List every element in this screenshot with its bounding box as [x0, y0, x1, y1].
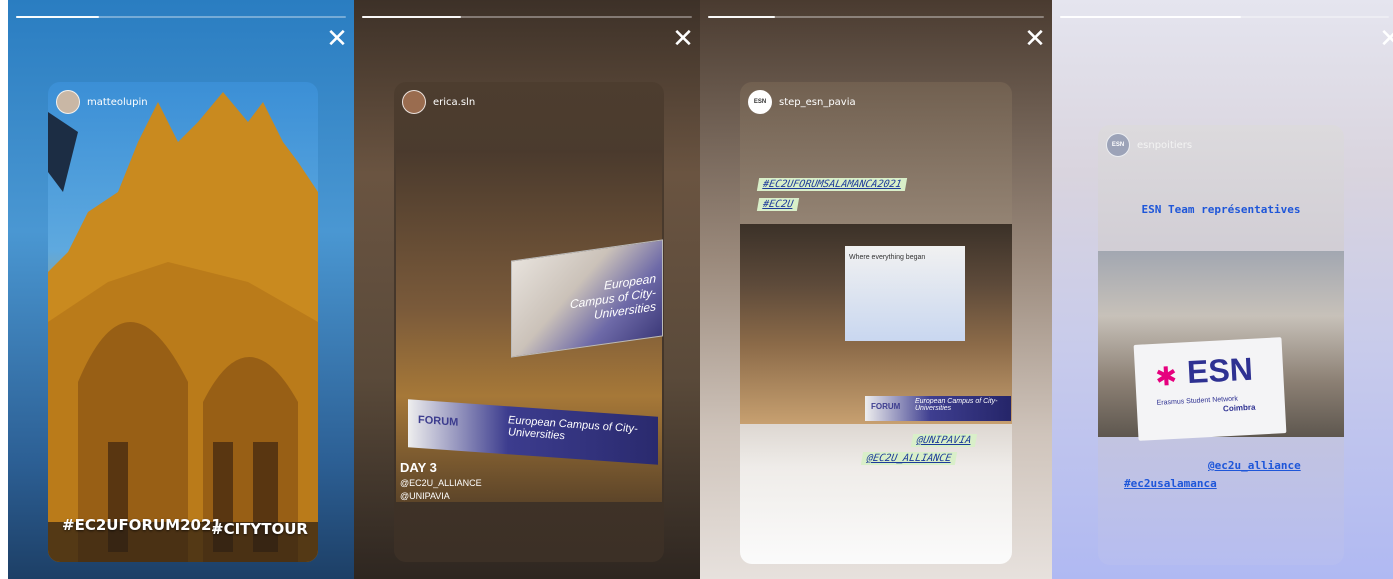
day-label: DAY 3 — [400, 460, 437, 475]
story-progress-bar — [708, 16, 1044, 18]
story-progress-fill — [708, 16, 776, 18]
story-progress-fill — [16, 16, 99, 18]
avatar[interactable] — [402, 90, 426, 114]
mention-sticker[interactable]: @EC2U_ALLIANCE — [400, 478, 482, 488]
story-card[interactable]: ESN step_esn_pavia #EC2UFORUMSALAMANCA20… — [740, 82, 1012, 564]
esn-city: Coimbra — [1222, 402, 1256, 414]
hashtag-sticker[interactable]: #CITYTOUR — [211, 520, 308, 538]
hashtag-sticker[interactable]: #EC2UFORUMSALAMANCA2021 — [756, 178, 908, 191]
cathedral-photo — [48, 92, 318, 562]
conference-photo: Where everything began FORUM European Ca… — [740, 224, 1012, 424]
story-progress-bar — [16, 16, 346, 18]
hashtag-sticker[interactable]: #ec2usalamanca — [1124, 477, 1217, 490]
username[interactable]: step_esn_pavia — [779, 97, 856, 108]
username[interactable]: erica.sln — [433, 97, 475, 108]
story-panel-1[interactable]: ✕ matteolupin #EC2UFORUM2021 #CITYTOUR — [8, 0, 354, 579]
avatar[interactable]: ESN — [748, 90, 772, 114]
username[interactable]: esnpoitiers — [1137, 140, 1192, 151]
banner-text: European Campus of City-Universities — [915, 398, 998, 412]
avatar[interactable] — [56, 90, 80, 114]
conference-photo: European Campus of City-Universities FOR… — [396, 150, 663, 502]
esn-logo-text: ESN — [1186, 350, 1254, 391]
screen-text: European Campus of City-Universities — [569, 271, 656, 323]
forum-banner: FORUM European Campus of City-Universiti… — [865, 396, 1011, 421]
story-header: erica.sln — [402, 90, 475, 114]
banner-forum-label: FORUM — [871, 402, 901, 411]
story-header: ESN step_esn_pavia — [748, 90, 856, 114]
story-progress-fill — [1060, 16, 1241, 18]
screen-text: Where everything began — [849, 254, 926, 261]
hashtag-sticker[interactable]: #EC2U — [756, 198, 800, 211]
story-strip: ✕ matteolupin #EC2UFORUM2021 #CITYTOUR ✕… — [0, 0, 1393, 579]
mention-sticker[interactable]: @EC2U_ALLIANCE — [860, 452, 958, 465]
story-title: ESN Team représentatives — [1141, 203, 1301, 216]
username[interactable]: matteolupin — [87, 97, 148, 108]
story-panel-3[interactable]: ✕ ESN step_esn_pavia #EC2UFORUMSALAMANCA… — [700, 0, 1052, 579]
team-photo: ✱ ESN Erasmus Student Network Coimbra — [1098, 251, 1344, 441]
story-card[interactable]: erica.sln European Campus of City-Univer… — [394, 82, 664, 562]
story-progress-bar — [362, 16, 692, 18]
esn-star-icon: ✱ — [1154, 360, 1178, 392]
hashtag-sticker[interactable]: #EC2UFORUM2021 — [62, 516, 222, 534]
story-card[interactable]: ESN esnpoitiers ESN Team représentatives… — [1098, 125, 1344, 565]
story-panel-2[interactable]: ✕ erica.sln European Campus of City-Univ… — [354, 0, 700, 579]
story-panel-4[interactable]: ✕ ESN esnpoitiers ESN Team représentativ… — [1052, 0, 1393, 579]
mention-sticker[interactable]: @UNIPAVIA — [400, 491, 450, 501]
close-icon[interactable]: ✕ — [1377, 26, 1393, 52]
close-icon[interactable]: ✕ — [324, 26, 350, 52]
forum-banner: FORUM European Campus of City-Universiti… — [408, 399, 658, 465]
story-progress-bar — [1060, 16, 1389, 18]
story-card[interactable]: matteolupin #EC2UFORUM2021 #CITYTOUR — [48, 82, 318, 562]
story-header: ESN esnpoitiers — [1106, 133, 1192, 157]
story-header: matteolupin — [56, 90, 148, 114]
projector-screen: Where everything began — [845, 246, 965, 341]
projector-screen: European Campus of City-Universities — [511, 239, 663, 358]
mention-sticker[interactable]: @UNIPAVIA — [910, 434, 978, 447]
story-progress-fill — [362, 16, 461, 18]
banner-text: European Campus of City-Universities — [508, 414, 638, 443]
esn-banner: ✱ ESN Erasmus Student Network Coimbra — [1133, 337, 1287, 441]
mention-sticker[interactable]: @ec2u_alliance — [1208, 459, 1301, 472]
banner-forum-label: FORUM — [418, 413, 459, 429]
close-icon[interactable]: ✕ — [1022, 26, 1048, 52]
close-icon[interactable]: ✕ — [670, 26, 696, 52]
avatar[interactable]: ESN — [1106, 133, 1130, 157]
